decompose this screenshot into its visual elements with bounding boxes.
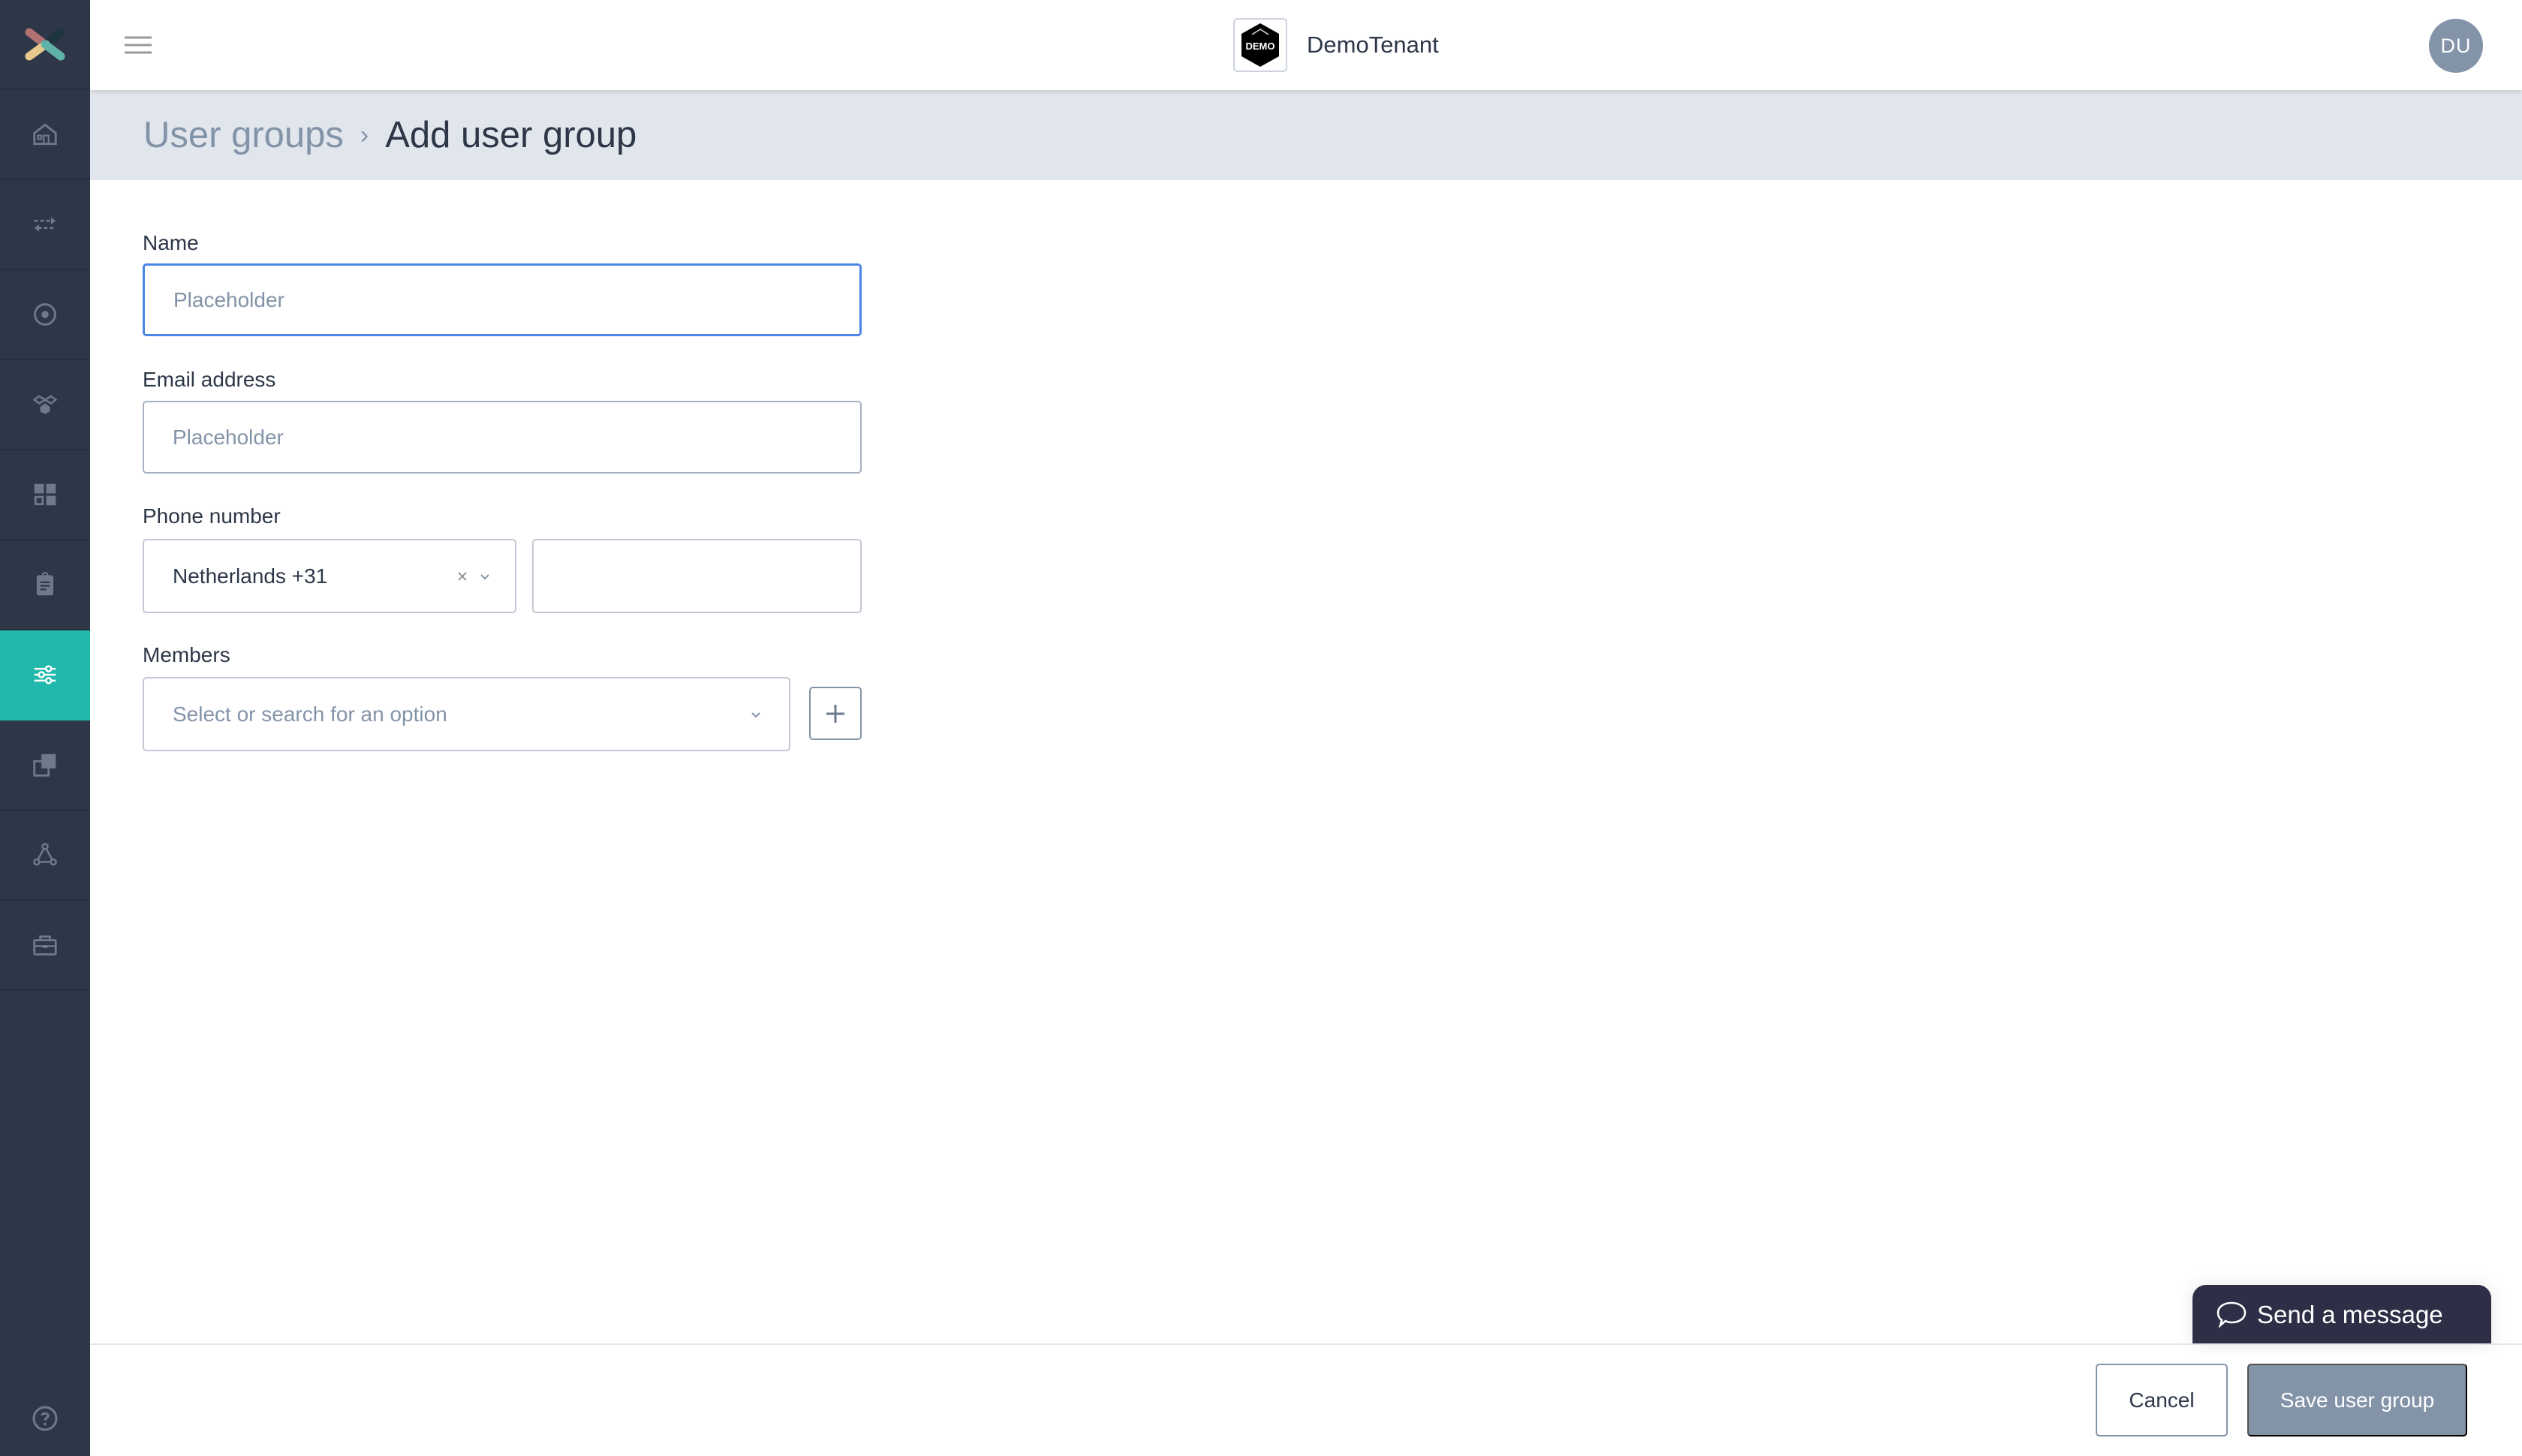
sidebar-item-settings[interactable] — [0, 630, 90, 720]
country-code-value: Netherlands +31 — [173, 564, 328, 588]
tenant-logo: DEMO — [1233, 18, 1287, 72]
members-select[interactable]: Select or search for an option — [143, 677, 790, 751]
email-placeholder: Placeholder — [173, 425, 284, 449]
send-message-label: Send a message — [2257, 1300, 2443, 1328]
phone-number-input[interactable] — [532, 539, 862, 613]
home-icon — [33, 123, 57, 146]
arrows-exchange-icon — [34, 217, 56, 232]
app-logo[interactable] — [0, 0, 90, 90]
app-logo-icon — [25, 28, 65, 61]
user-avatar[interactable]: DU — [2429, 19, 2483, 73]
add-member-button[interactable] — [809, 687, 862, 740]
svg-text:DEMO: DEMO — [1246, 41, 1275, 52]
email-label: Email address — [143, 368, 276, 391]
sidebar-item-home[interactable] — [0, 90, 90, 180]
sidebar-item-toolbox[interactable] — [0, 901, 90, 991]
name-input[interactable]: Placeholder — [143, 263, 862, 336]
clipboard-icon — [36, 572, 54, 596]
breadcrumb-separator-icon: › — [360, 120, 369, 149]
name-placeholder: Placeholder — [173, 287, 284, 311]
cancel-button[interactable]: Cancel — [2096, 1364, 2228, 1436]
chevron-down-icon[interactable] — [479, 570, 491, 582]
save-user-group-button[interactable]: Save user group — [2247, 1364, 2467, 1436]
help-circle-icon — [32, 1406, 58, 1431]
sidebar-item-reports[interactable] — [0, 540, 90, 630]
plus-icon — [826, 704, 844, 723]
sidebar-item-network[interactable] — [0, 811, 90, 901]
phone-label: Phone number — [143, 504, 281, 528]
sidebar-item-copy[interactable] — [0, 720, 90, 811]
clear-icon[interactable] — [456, 570, 468, 582]
demo-hexagon-icon: DEMO — [1241, 23, 1279, 67]
tenant-switcher[interactable]: DEMO DemoTenant — [1233, 17, 1439, 73]
name-label: Name — [143, 231, 199, 254]
sidebar-item-radio[interactable] — [0, 270, 90, 360]
tenant-name: DemoTenant — [1307, 32, 1439, 58]
copy-squares-icon — [33, 754, 56, 777]
email-input[interactable]: Placeholder — [143, 401, 862, 474]
target-circle-icon — [34, 303, 56, 326]
breadcrumb: User groups › Add user group — [90, 90, 2522, 180]
sliders-icon — [34, 665, 56, 684]
page-title: Add user group — [385, 115, 637, 155]
chevron-down-icon[interactable] — [750, 708, 762, 720]
help-button[interactable] — [0, 1381, 90, 1456]
members-placeholder: Select or search for an option — [173, 702, 447, 726]
chat-bubble-icon — [2217, 1301, 2247, 1328]
sidebar-item-integrations[interactable] — [0, 360, 90, 450]
footer-divider — [90, 1343, 2522, 1345]
send-message-widget[interactable]: Send a message — [2192, 1285, 2491, 1344]
grid-icon — [34, 483, 56, 506]
toolbox-icon — [33, 935, 57, 956]
top-header: DEMO DemoTenant DU — [90, 0, 2522, 90]
hexagon-link-icon — [32, 395, 58, 414]
country-code-select[interactable]: Netherlands +31 — [143, 539, 516, 613]
menu-toggle-button[interactable] — [122, 29, 155, 62]
triangle-nodes-icon — [33, 843, 57, 866]
hamburger-icon — [125, 36, 152, 54]
members-label: Members — [143, 643, 230, 666]
sidebar-item-transfers[interactable] — [0, 180, 90, 270]
breadcrumb-user-groups-link[interactable]: User groups — [143, 114, 344, 156]
sidebar — [0, 0, 90, 1456]
sidebar-item-dashboard[interactable] — [0, 450, 90, 540]
